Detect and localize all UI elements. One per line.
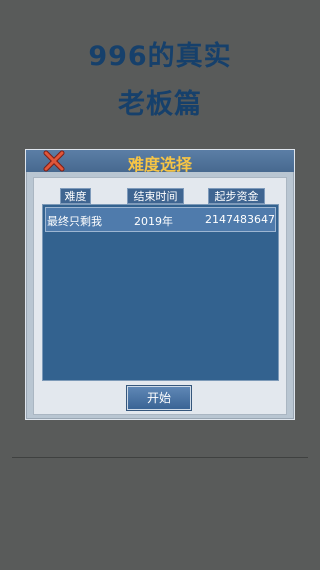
divider: [12, 457, 308, 458]
dialog-title: 难度选择: [127, 155, 192, 174]
difficulty-list[interactable]: 最终只剩我 2019年 2147483647: [42, 204, 279, 381]
column-header-difficulty: 难度: [60, 188, 91, 204]
row-difficulty: 最终只剩我: [47, 215, 102, 228]
row-start-funds: 2147483647: [205, 213, 275, 226]
start-button[interactable]: 开始: [127, 386, 191, 410]
difficulty-dialog: 难度选择 难度 结束时间 起步资金 最终只剩我 2019年 2147483647…: [25, 149, 295, 420]
dialog-titlebar: 难度选择: [26, 150, 294, 174]
page-title-line1: 996的真实: [88, 41, 232, 72]
list-item[interactable]: 最终只剩我 2019年 2147483647: [45, 207, 276, 232]
page-title-line2: 老板篇: [118, 89, 202, 120]
column-header-start-funds: 起步资金: [208, 188, 265, 204]
row-end-time: 2019年: [134, 215, 173, 228]
column-header-end-time: 结束时间: [127, 188, 184, 204]
close-icon[interactable]: [42, 150, 66, 172]
